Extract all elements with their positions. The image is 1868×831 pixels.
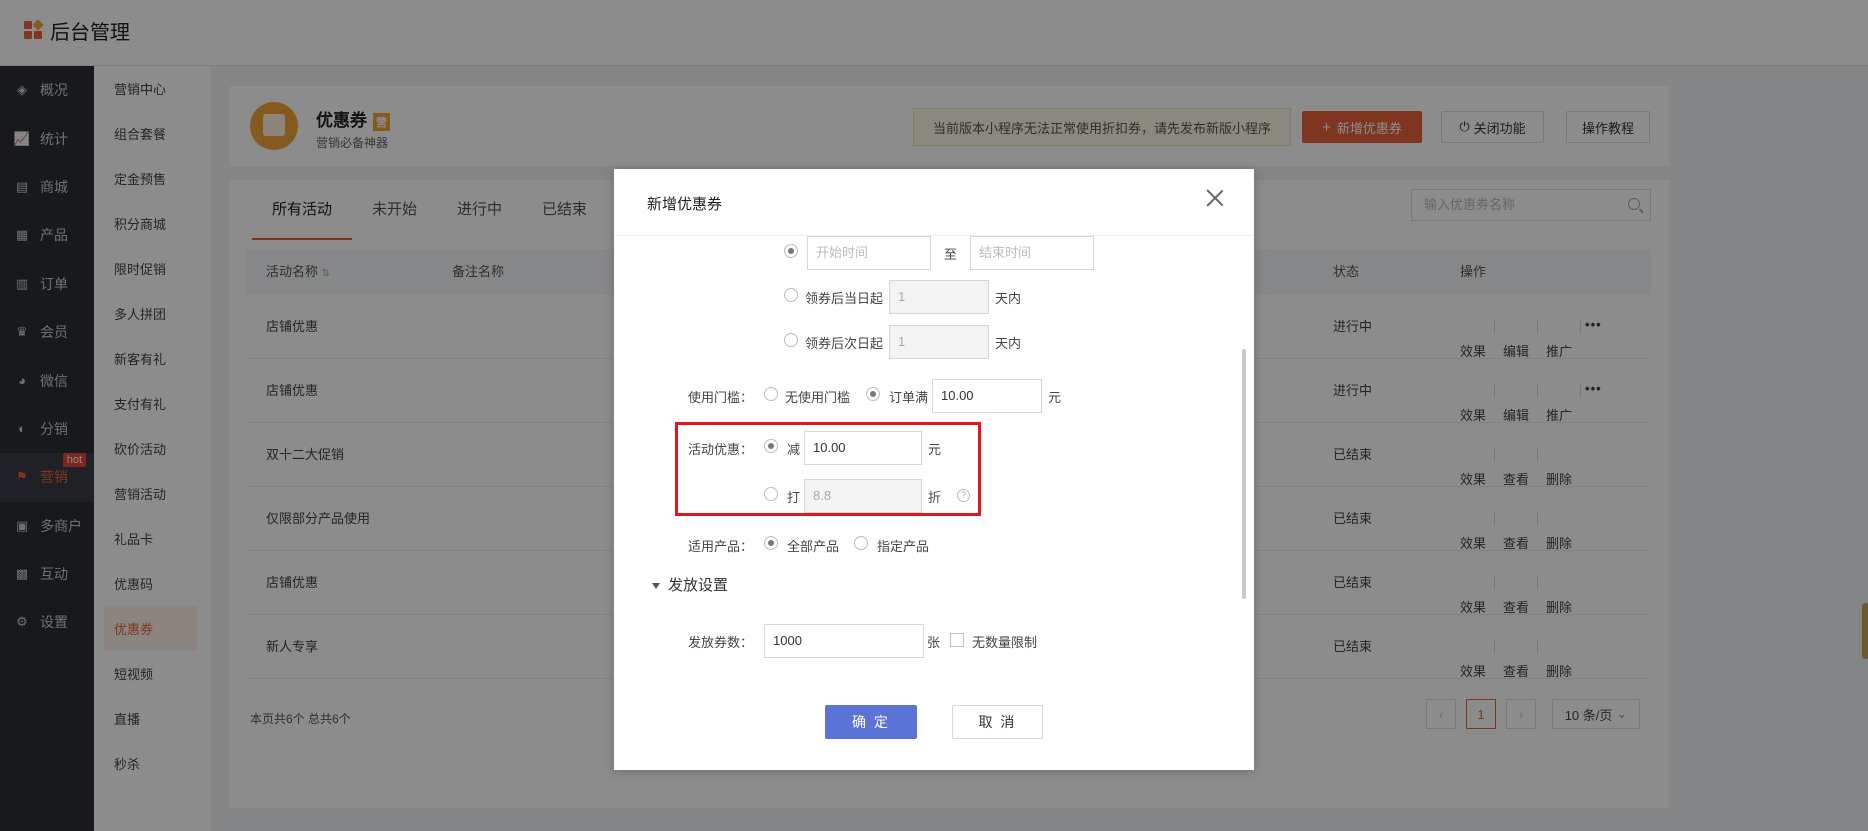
product-label: 适用产品： (688, 539, 754, 554)
cancel-button[interactable]: 取 消 (952, 705, 1043, 739)
specific-products-label: 指定产品 (877, 539, 930, 554)
zhang-label: 张 (927, 635, 941, 650)
no-threshold-label: 无使用门槛 (785, 390, 851, 405)
start-time-input[interactable]: 开始时间 (807, 236, 931, 270)
order-full-label: 订单满 (889, 390, 929, 405)
new-coupon-dialog: 新增优惠券 开始时间 至 结束时间 领券后当日起 1 天内 领券后次日起 1 天… (614, 169, 1254, 770)
specific-products-radio[interactable] (854, 536, 868, 550)
highlight-box (675, 422, 981, 516)
dialog-title: 新增优惠券 (647, 196, 723, 213)
same-day-label: 领券后当日起 (805, 291, 884, 306)
all-products-radio[interactable] (764, 536, 778, 550)
issue-count-input[interactable]: 1000 (764, 624, 924, 658)
all-products-label: 全部产品 (787, 539, 840, 554)
fixed-time-radio[interactable] (784, 244, 798, 258)
threshold-label: 使用门槛： (688, 390, 754, 405)
unlimited-label: 无数量限制 (972, 635, 1038, 650)
confirm-button[interactable]: 确 定 (825, 705, 917, 739)
dialog-scrollbar[interactable] (1242, 349, 1246, 599)
yuan-label: 元 (1048, 390, 1062, 405)
next-day-radio[interactable] (784, 333, 798, 347)
issue-count-label: 发放券数： (688, 635, 754, 650)
caret-down-icon (652, 583, 660, 590)
same-day-days-input[interactable]: 1 (889, 280, 989, 314)
next-day-label: 领券后次日起 (805, 336, 884, 351)
order-full-radio[interactable] (866, 387, 880, 401)
unlimited-checkbox[interactable] (950, 633, 964, 647)
threshold-amount-input[interactable]: 10.00 (932, 379, 1042, 413)
end-time-input[interactable]: 结束时间 (970, 236, 1094, 270)
days-within-label: 天内 (995, 291, 1022, 306)
days-within-label-2: 天内 (995, 336, 1022, 351)
no-threshold-radio[interactable] (764, 387, 778, 401)
issue-settings-section[interactable]: 发放设置 (652, 574, 728, 595)
close-icon[interactable] (1206, 189, 1224, 207)
same-day-radio[interactable] (784, 288, 798, 302)
next-day-days-input[interactable]: 1 (889, 325, 989, 359)
issue-settings-title: 发放设置 (668, 577, 729, 594)
dialog-body: 开始时间 至 结束时间 领券后当日起 1 天内 领券后次日起 1 天内 使用门槛… (614, 236, 1254, 676)
to-label: 至 (944, 247, 958, 262)
